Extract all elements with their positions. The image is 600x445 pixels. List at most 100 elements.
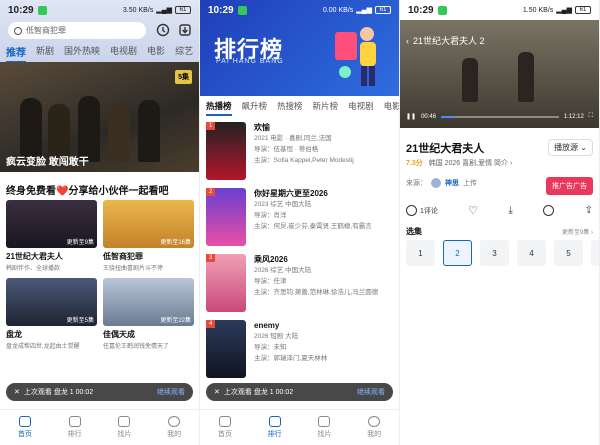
tab-label: 找片 — [117, 431, 132, 438]
bottom-tabbar: 首页 排行 找片 我的 — [0, 409, 199, 445]
rank-number: 2 — [206, 188, 216, 196]
rank-title: 乘风2026 — [254, 255, 288, 264]
category-tabs: 推荐 新剧 国外热映 电视剧 电影 综艺 — [6, 44, 199, 63]
search-placeholder: 低智商犯罪 — [26, 26, 66, 35]
pause-icon[interactable]: ❚❚ — [406, 113, 416, 120]
tab-home[interactable]: 首页 — [218, 416, 232, 439]
rank-info: 乘风2026 2026 综艺 中国大陆 导演：任津 主演：齐思钧,萧蔷,范林琳,… — [254, 254, 378, 312]
resume-bar[interactable]: ✕ 上次观看 盘龙 1 00:02 继续观看 — [206, 383, 393, 401]
detail-screen: 10:29 1.50 KB/s ▂▄▆ 61 ‹ 21世纪大君夫人 2 ❚❚ 0… — [400, 0, 600, 445]
episode-button[interactable]: 6 — [591, 240, 599, 266]
film-icon — [118, 416, 131, 427]
screens: 10:29 3.50 KB/s ▂▄▆ 61 低智商犯罪 推荐 新剧 国外热映 … — [0, 0, 600, 445]
tab-recommend[interactable]: 推荐 — [6, 44, 26, 63]
user-icon — [168, 416, 181, 427]
like-button[interactable]: ♡ — [468, 204, 478, 217]
tab-find[interactable]: 找片 — [317, 416, 331, 439]
search-icon — [14, 26, 22, 35]
episode-button[interactable]: 5 — [554, 240, 583, 266]
episode-button[interactable]: 3 — [480, 240, 509, 266]
bottom-tabbar: 首页 排行 找片 我的 — [200, 409, 399, 445]
search-bar[interactable]: 低智商犯罪 — [8, 22, 146, 39]
episode-button[interactable]: 2 — [443, 240, 472, 266]
tab-label: 排行 — [267, 431, 282, 438]
tab-movie[interactable]: 电影 — [147, 44, 165, 63]
resume-text: 上次观看 盘龙 1 00:02 — [223, 389, 294, 396]
episode-button[interactable]: 1 — [406, 240, 435, 266]
content-grid: 更新至9集 21世纪大君夫人 韩剧伴作、全球播款 更新至16集 低智商犯罪 王骁… — [6, 200, 194, 350]
tab-rising[interactable]: 飙升榜 — [242, 100, 268, 116]
net-speed: 3.50 KB/s — [122, 6, 154, 14]
download-button[interactable]: ⤓ — [508, 205, 512, 216]
video-player[interactable]: ‹ 21世纪大君夫人 2 ❚❚ 00:46 1:12:12 ⛶ — [400, 20, 599, 128]
net-speed: 0.00 KB/s — [322, 6, 354, 14]
share-button[interactable]: ⇪ — [585, 205, 593, 216]
update-label: 更新至16集 — [160, 240, 191, 246]
tab-hot[interactable]: 热播榜 — [206, 100, 232, 116]
tab-find[interactable]: 找片 — [117, 416, 131, 439]
tab-foreign[interactable]: 国外热映 — [64, 44, 100, 63]
rank-item[interactable]: 4 enemy 2026 短剧 大陆 导演：未知 主演：郭瑞泽门,夏天林林 — [206, 320, 393, 378]
total-time: 1:12:12 — [563, 113, 584, 120]
content-card[interactable]: 更新至16集 低智商犯罪 王骁扭曲喜剧片斗不停 — [103, 200, 194, 272]
rank-item[interactable]: 1 欢愉 2021 电影 · 喜剧,同兰,法国 导演：伍基恒 · 蒂伯格 主演：… — [206, 122, 393, 180]
rank-title: 你好星期六更至2026 — [254, 189, 328, 198]
tab-new[interactable]: 新剧 — [36, 44, 54, 63]
content-card[interactable]: 更新至22集 佳偶天成 任嘉伦王鹤润钱免情天了 — [103, 278, 194, 350]
episodes-more[interactable]: 更新至9集 › — [562, 227, 593, 236]
rank-item[interactable]: 3 乘风2026 2026 综艺 中国大陆 导演：任津 主演：齐思钧,萧蔷,范林… — [206, 254, 393, 312]
content-card[interactable]: 更新至5集 盘龙 盘龙成帮四世,龙起由士觉醒 — [6, 278, 97, 350]
user-icon — [368, 416, 381, 427]
rank-item[interactable]: 2 你好星期六更至2026 2023 综艺 中国大陆 导演：肖洋 主演：何炅,崔… — [206, 188, 393, 246]
rank-info: 欢愉 2021 电影 · 喜剧,同兰,法国 导演：伍基恒 · 蒂伯格 主演：So… — [254, 122, 354, 180]
progress-track[interactable] — [441, 115, 559, 118]
download-icon[interactable] — [178, 23, 192, 37]
player-header: ‹ 21世纪大君夫人 2 — [406, 34, 485, 47]
comment-button[interactable]: 1评论 — [406, 205, 438, 216]
tab-hot-search[interactable]: 热搜榜 — [277, 100, 303, 116]
source-dropdown[interactable]: 播放源 ⌄ — [548, 139, 593, 156]
rank-cast: 主演：郭瑞泽门,夏天林林 — [254, 355, 328, 362]
show-title: 21世纪大君夫人 — [406, 143, 485, 155]
history-icon[interactable] — [156, 23, 170, 37]
status-bar: 10:29 1.50 KB/s ▂▄▆ 61 — [400, 0, 599, 20]
fullscreen-icon[interactable]: ⛶ — [589, 113, 593, 120]
avatar — [431, 178, 441, 188]
tab-tv[interactable]: 电视剧 — [348, 100, 374, 116]
tab-variety[interactable]: 综艺 — [175, 44, 193, 63]
back-icon[interactable]: ‹ — [406, 36, 409, 46]
meta-text[interactable]: 韩国 2026 喜剧,爱情 简介 › — [429, 160, 513, 167]
rank-number: 4 — [206, 320, 216, 328]
promote-button[interactable]: 推广告广告 — [546, 177, 593, 195]
status-right: 1.50 KB/s ▂▄▆ 61 — [523, 6, 591, 14]
episode-button[interactable]: 4 — [517, 240, 546, 266]
card-title: 21世纪大君夫人 — [6, 252, 63, 261]
close-icon[interactable]: ✕ — [214, 388, 220, 396]
rank-meta: 2021 电影 · 喜剧,同兰,法国 — [254, 135, 332, 142]
tab-rank[interactable]: 排行 — [268, 416, 282, 439]
rank-meta: 2023 综艺 中国大陆 — [254, 201, 312, 208]
battery-icon: 61 — [375, 6, 391, 14]
help-button[interactable] — [543, 205, 555, 216]
wechat-icon — [437, 5, 447, 15]
resume-button[interactable]: 继续观看 — [357, 387, 385, 397]
tab-tv[interactable]: 电视剧 — [110, 44, 137, 63]
video-figure — [518, 52, 534, 102]
tab-mine[interactable]: 我的 — [367, 416, 381, 439]
tab-mine[interactable]: 我的 — [167, 416, 181, 439]
content-card[interactable]: 更新至9集 21世纪大君夫人 韩剧伴作、全球播款 — [6, 200, 97, 272]
rank-info: 你好星期六更至2026 2023 综艺 中国大陆 导演：肖洋 主演：何炅,崔少芬… — [254, 188, 372, 246]
uploader-name[interactable]: 神思 — [445, 178, 459, 188]
upload-suffix: 上传 — [463, 180, 477, 187]
resume-button[interactable]: 继续观看 — [157, 387, 185, 397]
tab-home[interactable]: 首页 — [18, 416, 32, 439]
close-icon[interactable]: ✕ — [14, 388, 20, 396]
hero-banner[interactable]: 5集 疯云变脸 敢闯敢干 — [0, 62, 199, 172]
tab-rank[interactable]: 排行 — [68, 416, 82, 439]
resume-bar[interactable]: ✕ 上次观看 盘龙 1 00:02 继续观看 — [6, 383, 193, 401]
tab-new-films[interactable]: 新片榜 — [313, 100, 339, 116]
wechat-icon — [37, 5, 47, 15]
rank-meta: 2026 短剧 大陆 — [254, 333, 299, 340]
progress-fill — [441, 115, 455, 118]
tab-movie[interactable]: 电影 — [384, 100, 399, 116]
